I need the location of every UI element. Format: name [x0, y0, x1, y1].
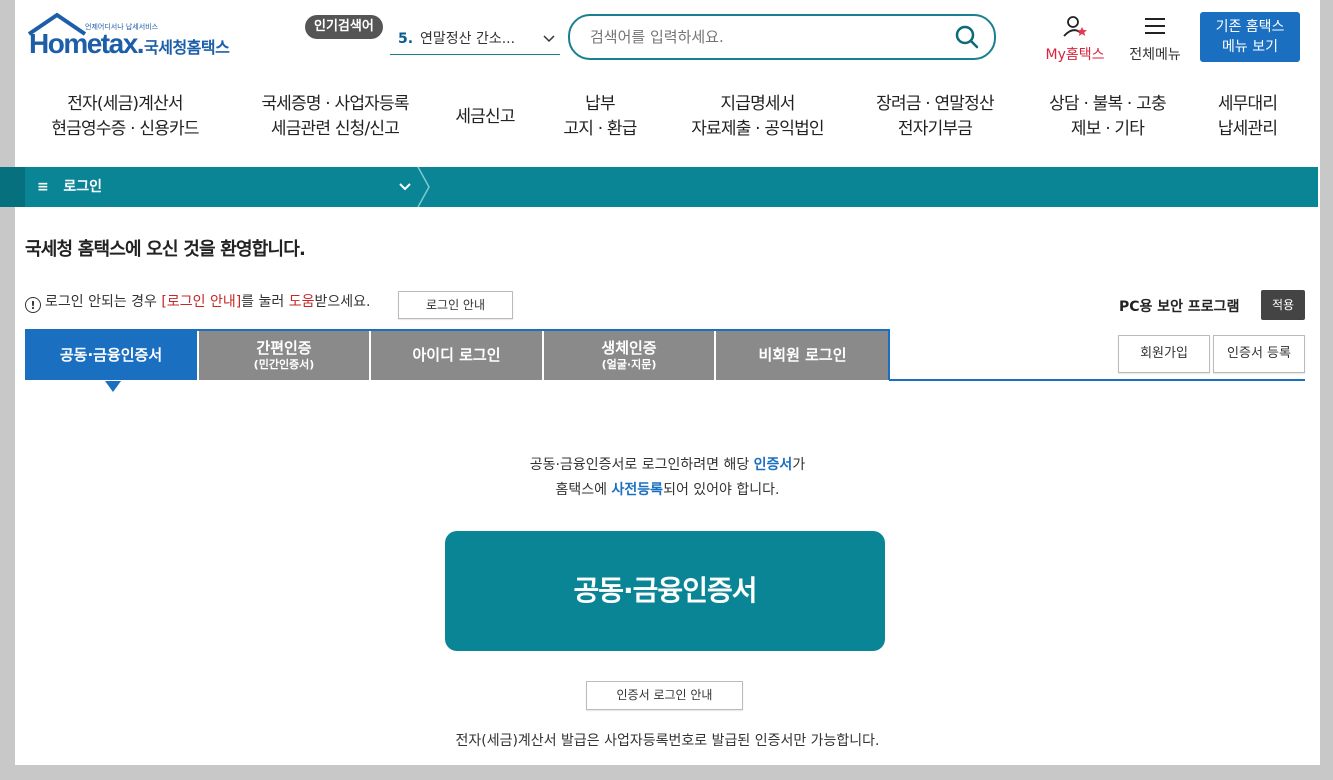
menu-lines-icon: ≡: [37, 179, 49, 195]
cert-description: 공동·금융인증서로 로그인하려면 해당 인증서가 홈택스에 사전등록되어 있어야…: [15, 453, 1320, 503]
tab-biometric[interactable]: 생체인증 (얼굴·지문): [544, 330, 714, 380]
help-text: 로그인 안되는 경우: [45, 294, 162, 310]
welcome-heading: 국세청 홈택스에 오신 것을 환영합니다.: [25, 239, 306, 260]
nav-label: 세금신고: [455, 107, 515, 127]
pc-security-label: PC용 보안 프로그램: [1119, 299, 1240, 315]
nav-label: 납부: [585, 94, 615, 114]
all-menu-label: 전체메뉴: [1129, 47, 1181, 63]
user-star-icon: [1063, 16, 1087, 37]
page: 언제어디서나 납세서비스 Hometax. 국세청홈택스 인기검색어 5. 연말…: [15, 0, 1320, 765]
nav-item-payment[interactable]: 납부고지 · 환급: [550, 92, 650, 142]
nav-label: 국세증명 · 사업자등록: [261, 94, 409, 114]
breadcrumb-separator-icon: [417, 167, 430, 207]
tab-label: 비회원 로그인: [758, 346, 847, 364]
logo-brand: Hometax.: [29, 28, 145, 59]
joint-certificate-login-button[interactable]: 공동·금융인증서: [445, 531, 885, 651]
tab-label: 생체인증: [601, 339, 657, 357]
nav-label: 세무대리: [1217, 94, 1278, 114]
tab-joint-certificate[interactable]: 공동·금융인증서: [25, 330, 197, 380]
old-btn-line1: 기존 홈택스: [1215, 19, 1285, 35]
nav-item-counsel[interactable]: 상담 · 불복 · 고충제보 · 기타: [1030, 92, 1185, 142]
tab-divider-line: [889, 379, 1305, 381]
nav-item-incentive[interactable]: 장려금 · 연말정산전자기부금: [855, 92, 1015, 142]
join-button[interactable]: 회원가입: [1118, 335, 1210, 373]
breadcrumb-label: 로그인: [63, 179, 102, 195]
nav-sublabel: 자료제출 · 공익법인: [691, 119, 824, 139]
search-input[interactable]: [588, 24, 932, 50]
popular-search-select[interactable]: 5. 연말정산 간소...: [390, 24, 560, 55]
nav-sublabel: 제보 · 기타: [1070, 119, 1145, 139]
nav-sublabel: 전자기부금: [897, 119, 973, 139]
cert-register-button[interactable]: 인증서 등록: [1213, 335, 1305, 373]
hometax-logo[interactable]: 언제어디서나 납세서비스 Hometax. 국세청홈택스: [27, 12, 257, 64]
my-hometax-button[interactable]: My홈택스: [1040, 14, 1110, 64]
logo-kr: 국세청홈택스: [144, 38, 230, 57]
nav-item-tax-report[interactable]: 세금신고: [445, 105, 525, 130]
search-icon[interactable]: [954, 24, 980, 50]
desc-text: 홈택스에: [555, 482, 612, 498]
tab-label: 간편인증: [256, 339, 312, 357]
etax-note: 전자(세금)계산서 발급은 사업자등록번호로 발급된 인증서만 가능합니다.: [455, 733, 880, 749]
desc-text: 공동·금융인증서로 로그인하려면 해당: [529, 457, 754, 473]
nav-sublabel: 납세관리: [1217, 119, 1278, 139]
login-guide-button[interactable]: 로그인 안내: [398, 291, 513, 319]
tab-label: 공동·금융인증서: [59, 346, 163, 364]
breadcrumb-bar: ≡ 로그인: [0, 167, 1318, 207]
hamburger-icon: [1145, 18, 1165, 34]
desc-highlight: 사전등록: [611, 482, 664, 498]
main-nav: 전자(세금)계산서현금영수증 · 신용카드 국세증명 · 사업자등록세금관련 신…: [15, 92, 1320, 162]
help-text-highlight: 도움: [288, 294, 315, 310]
old-btn-line2: 메뉴 보기: [1222, 39, 1278, 55]
nav-sublabel: 고지 · 환급: [563, 119, 637, 139]
nav-item-certificate[interactable]: 국세증명 · 사업자등록세금관련 신청/신고: [235, 92, 435, 142]
popular-keyword: 연말정산 간소...: [420, 31, 516, 47]
tab-id-login[interactable]: 아이디 로그인: [371, 330, 542, 380]
nav-item-etax[interactable]: 전자(세금)계산서현금영수증 · 신용카드: [40, 92, 210, 142]
nav-label: 전자(세금)계산서: [67, 94, 183, 114]
help-text: 받으세요.: [314, 294, 371, 310]
cert-login-guide-button[interactable]: 인증서 로그인 안내: [586, 681, 743, 710]
chevron-down-icon[interactable]: [399, 167, 411, 207]
nav-label: 지급명세서: [720, 94, 795, 114]
info-icon: !: [25, 297, 41, 313]
apply-security-button[interactable]: 적용: [1261, 290, 1305, 320]
active-tab-pointer: [105, 381, 121, 392]
my-hometax-label: My홈택스: [1045, 47, 1105, 63]
chevron-down-icon: [543, 35, 555, 43]
login-help-text: ! 로그인 안되는 경우 [로그인 안내]를 눌러 도움받으세요.: [25, 292, 370, 313]
login-tabs: 공동·금융인증서 간편인증 (민간인증서) 아이디 로그인 생체인증 (얼굴·지…: [25, 330, 891, 382]
bar-left-block: [0, 167, 25, 207]
nav-label: 장려금 · 연말정산: [876, 94, 995, 114]
tab-sublabel: (얼굴·지문): [601, 358, 657, 371]
help-link-login-guide: [로그인 안내]: [161, 294, 242, 310]
nav-sublabel: 세금관련 신청/신고: [270, 119, 400, 139]
help-text: 를 눌러: [241, 294, 289, 310]
nav-sublabel: 현금영수증 · 신용카드: [51, 119, 199, 139]
tab-guest-login[interactable]: 비회원 로그인: [716, 330, 889, 380]
popular-search-badge: 인기검색어: [305, 15, 383, 39]
old-hometax-button[interactable]: 기존 홈택스 메뉴 보기: [1200, 12, 1300, 62]
all-menu-button[interactable]: 전체메뉴: [1123, 14, 1187, 64]
desc-text: 되어 있어야 합니다.: [663, 482, 780, 498]
search-box: [568, 14, 996, 60]
desc-highlight: 인증서: [753, 457, 793, 473]
tab-label: 아이디 로그인: [412, 346, 501, 364]
nav-item-agent[interactable]: 세무대리납세관리: [1205, 92, 1290, 142]
popular-rank: 5.: [398, 31, 414, 47]
nav-label: 상담 · 불복 · 고충: [1049, 94, 1166, 114]
nav-item-statement[interactable]: 지급명세서자료제출 · 공익법인: [675, 92, 840, 142]
tab-sublabel: (민간인증서): [253, 358, 315, 371]
breadcrumb[interactable]: ≡ 로그인: [37, 167, 102, 207]
desc-text: 가: [792, 457, 806, 473]
tab-simple-auth[interactable]: 간편인증 (민간인증서): [199, 330, 369, 380]
